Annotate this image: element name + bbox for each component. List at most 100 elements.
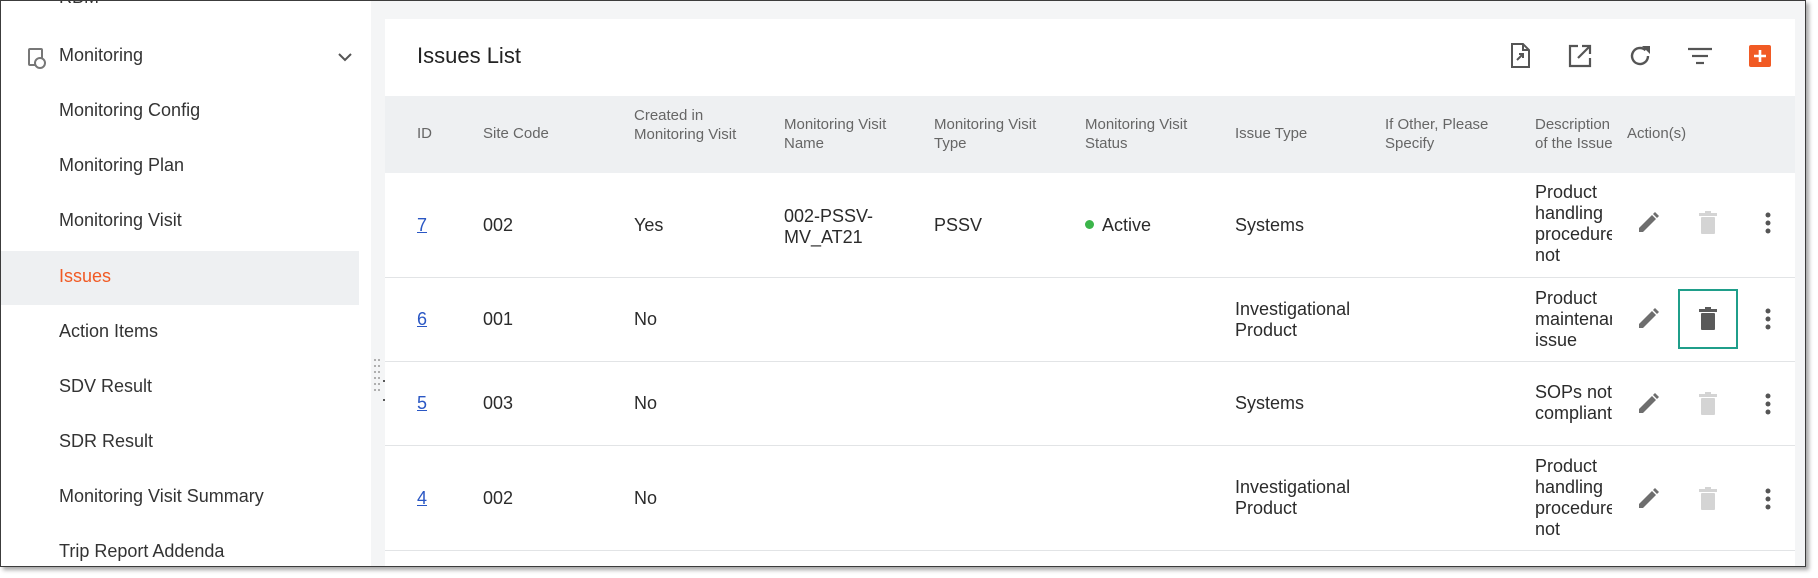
site-code-cell: 001 xyxy=(483,309,514,329)
more-options-button[interactable] xyxy=(1753,304,1783,334)
edit-button[interactable] xyxy=(1633,389,1663,419)
issue-id-link[interactable]: 6 xyxy=(417,309,427,330)
app-window: RBM › Monitoring Monitoring Config Monit… xyxy=(0,0,1806,567)
edit-button[interactable] xyxy=(1633,208,1663,238)
created-in-visit-cell: No xyxy=(634,488,658,508)
add-issue-button[interactable] xyxy=(1745,41,1775,71)
visit-status-cell: Active xyxy=(1085,215,1151,236)
table-row: 4 002 No Investigational Product Product… xyxy=(385,446,1795,551)
trash-icon xyxy=(1699,392,1717,415)
chevron-down-icon xyxy=(338,53,352,62)
visit-status-text: Active xyxy=(1102,215,1152,235)
pencil-icon xyxy=(1639,212,1659,232)
refresh-icon xyxy=(1630,46,1650,66)
refresh-button[interactable] xyxy=(1625,41,1655,71)
created-in-visit-cell: Yes xyxy=(634,215,664,235)
sidebar-item-label: Monitoring Config xyxy=(59,100,201,120)
description-cell: Product handling procedure not followed xyxy=(1535,182,1617,265)
issue-id-link[interactable]: 7 xyxy=(417,215,427,236)
monitoring-doc-icon xyxy=(28,48,46,69)
pencil-icon xyxy=(1639,488,1659,508)
col-header-description[interactable]: Description of the Issue xyxy=(1535,115,1615,155)
delete-button-disabled[interactable] xyxy=(1693,389,1723,419)
filter-button[interactable] xyxy=(1685,41,1715,71)
resize-handle[interactable] xyxy=(373,357,381,397)
col-header-visit-status[interactable]: Monitoring Visit Status xyxy=(1085,115,1195,153)
delete-button-disabled[interactable] xyxy=(1693,208,1723,238)
sidebar-group-label: Monitoring xyxy=(59,45,144,65)
created-in-visit-cell: No xyxy=(634,309,658,329)
edit-button[interactable] xyxy=(1633,484,1663,514)
sidebar-item-monitoring-config[interactable]: Monitoring Config xyxy=(1,85,359,139)
table-row: 5 003 No Systems SOPs not compliant xyxy=(385,362,1795,446)
more-vertical-icon xyxy=(1765,212,1771,234)
sidebar-item-label: SDV Result xyxy=(59,376,153,396)
issue-type-cell: Systems xyxy=(1235,215,1305,235)
issues-list-panel: Issues List ID Site Code Created in Moni… xyxy=(385,19,1795,566)
sidebar-item-action-items[interactable]: Action Items xyxy=(1,306,359,360)
sidebar-item-trip-report-addenda[interactable]: Trip Report Addenda xyxy=(1,526,359,566)
export-button[interactable] xyxy=(1505,41,1535,71)
chevron-right-icon: › xyxy=(337,1,342,5)
created-in-visit-cell: No xyxy=(634,393,658,413)
trash-icon xyxy=(1699,211,1717,234)
col-header-id[interactable]: ID xyxy=(417,124,432,143)
add-icon xyxy=(1749,45,1771,67)
filter-icon xyxy=(1688,47,1712,65)
pencil-icon xyxy=(1639,308,1659,328)
sidebar-item-label: Action Items xyxy=(59,321,159,341)
issue-type-cell: Systems xyxy=(1235,393,1305,413)
sidebar-item-label: RBM xyxy=(59,1,99,8)
description-cell: Product maintenance issue xyxy=(1535,288,1617,350)
visit-type-cell: PSSV xyxy=(934,215,983,235)
more-vertical-icon xyxy=(1765,488,1771,510)
col-header-visit-name[interactable]: Monitoring Visit Name xyxy=(784,115,894,153)
sidebar-item-label: Issues xyxy=(59,266,112,286)
sidebar-item-label: Trip Report Addenda xyxy=(59,541,225,561)
more-options-button[interactable] xyxy=(1753,484,1783,514)
sidebar-item-label: Monitoring Visit xyxy=(59,210,182,230)
sidebar: RBM › Monitoring Monitoring Config Monit… xyxy=(1,0,371,566)
sidebar-item-label: Monitoring Visit Summary xyxy=(59,486,264,506)
more-options-button[interactable] xyxy=(1753,389,1783,419)
table-row: 7 002 Yes 002-PSSV-MV_AT21 PSSV Active S… xyxy=(385,173,1795,278)
status-dot-icon xyxy=(1085,220,1094,229)
sidebar-item-sdv-result[interactable]: SDV Result xyxy=(1,361,359,415)
col-header-site-code[interactable]: Site Code xyxy=(483,124,549,143)
more-options-button[interactable] xyxy=(1753,208,1783,238)
site-code-cell: 002 xyxy=(483,215,514,235)
open-external-button[interactable] xyxy=(1565,41,1595,71)
delete-button[interactable] xyxy=(1678,289,1738,349)
site-code-cell: 003 xyxy=(483,393,514,413)
pencil-icon xyxy=(1639,393,1659,413)
more-vertical-icon xyxy=(1765,393,1771,415)
delete-button-disabled[interactable] xyxy=(1693,484,1723,514)
visit-name-cell: 002-PSSV-MV_AT21 xyxy=(784,206,874,247)
sidebar-item-label: Monitoring Plan xyxy=(59,155,185,175)
sidebar-group-monitoring[interactable]: Monitoring xyxy=(1,33,371,81)
sidebar-item-monitoring-visit[interactable]: Monitoring Visit xyxy=(1,195,359,249)
col-header-created-in-visit[interactable]: Created in Monitoring Visit xyxy=(634,106,744,144)
sidebar-item-sdr-result[interactable]: SDR Result xyxy=(1,416,359,470)
trash-icon xyxy=(1699,307,1717,330)
site-code-cell: 002 xyxy=(483,488,514,508)
sidebar-item-monitoring-visit-summary[interactable]: Monitoring Visit Summary xyxy=(1,471,359,525)
sidebar-item-issues[interactable]: Issues xyxy=(1,251,359,305)
table-header: ID Site Code Created in Monitoring Visit… xyxy=(385,96,1795,173)
col-header-issue-type[interactable]: Issue Type xyxy=(1235,124,1307,143)
trash-icon xyxy=(1699,487,1717,510)
export-file-icon xyxy=(1511,43,1530,68)
table-row: 6 001 No Investigational Product Product… xyxy=(385,278,1795,362)
more-vertical-icon xyxy=(1765,308,1771,330)
sidebar-item-monitoring-plan[interactable]: Monitoring Plan xyxy=(1,140,359,194)
description-cell: SOPs not compliant xyxy=(1535,382,1613,423)
col-header-visit-type[interactable]: Monitoring Visit Type xyxy=(934,115,1044,153)
sidebar-item-label: SDR Result xyxy=(59,431,154,451)
description-cell: Product handling procedure not followed xyxy=(1535,456,1617,539)
edit-button[interactable] xyxy=(1633,304,1663,334)
sidebar-item-rbm[interactable]: RBM › xyxy=(1,0,371,9)
col-header-if-other[interactable]: If Other, Please Specify xyxy=(1385,115,1505,153)
chart-doc-icon xyxy=(28,0,42,1)
issue-id-link[interactable]: 4 xyxy=(417,488,427,509)
issue-id-link[interactable]: 5 xyxy=(417,393,427,414)
